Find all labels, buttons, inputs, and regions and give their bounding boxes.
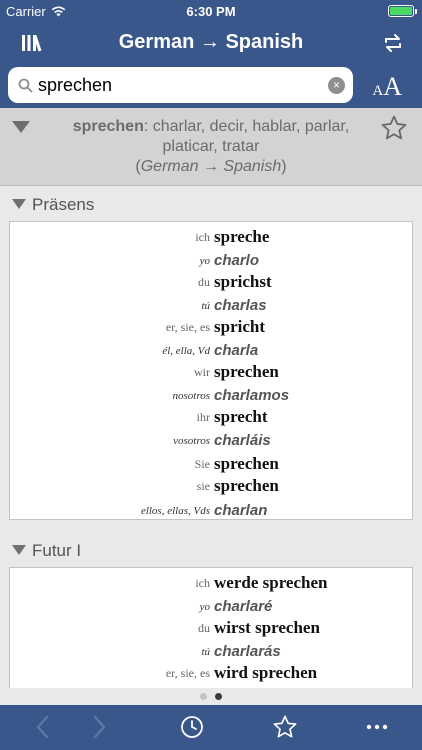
conjugation-pronoun: er, sie, es [165,666,210,680]
entry-direction: German → Spanish [140,158,282,175]
conjugation-row: tú charlas [10,293,414,315]
conjugation-pronoun: nosotros [172,390,211,402]
search-icon [18,78,33,93]
nav-title: German → Spanish [118,31,304,53]
conjugation-pronoun: ich [195,576,210,590]
section-title: Präsens [32,195,95,214]
font-size-large-icon: A [383,72,402,101]
conjugation-row: yo charlo [10,248,414,270]
nav-bar: German → Spanish [0,22,422,64]
conjugation-row: yo charlaré [10,594,414,616]
conjugation-row: wir sprechen [10,361,414,383]
font-size-button[interactable]: AA [372,72,402,102]
status-time: 6:30 PM [186,4,236,19]
page-indicator[interactable] [0,688,422,705]
history-button[interactable] [177,713,207,741]
conjugation-table-prasens: ich spreche yo charlo du sprichst tú charlas er,… [9,221,413,520]
conjugation-verb: charlarás [214,643,281,660]
conjugation-verb: charla [214,342,259,359]
conjugation-pronoun: tú [201,646,210,658]
conjugation-pronoun: du [198,275,210,289]
conjugation-verb: charláis [214,432,271,449]
conjugation-verb: spreche [214,227,270,246]
more-button[interactable] [362,713,392,741]
conjugation-verb: charlan [214,502,268,519]
conjugation-row: ich werde sprechen [10,572,414,594]
clear-search-button[interactable]: × [328,77,345,94]
conjugation-row: er, sie, es spricht [10,316,414,338]
conjugation-row: sie sprechen [10,475,414,497]
conjugation-pronoun: vosotros [173,435,210,447]
battery-level [390,7,412,15]
section-title: Futur I [32,541,82,560]
swap-direction-icon [385,34,401,52]
forward-button[interactable] [84,713,114,741]
entry-header[interactable]: sprechen: charlar, decir, hablar, parlar… [0,108,422,186]
page-dot[interactable] [200,693,207,700]
entry-translations: charlar, decir, hablar, parlar, platicar… [148,118,350,155]
conjugation-verb: sprecht [214,407,268,426]
search-box[interactable]: × [8,67,353,103]
search-row: × AA [0,64,422,108]
conjugation-verb: sprichst [214,272,272,291]
conjugation-row: tú charlarás [10,639,414,661]
conjugation-row: ellos, ellas, Vds charlan [10,498,414,520]
conjugation-verb: wirst sprechen [214,618,320,637]
chevron-right-icon [93,715,106,739]
conjugation-row: ich spreche [10,226,414,248]
more-dots-icon [366,724,388,730]
conjugation-verb: sprechen [214,362,279,381]
conjugation-pronoun: tú [201,300,210,312]
conjugation-verb: sprechen [214,454,279,473]
favorites-button[interactable] [270,713,300,741]
conjugation-pronoun: él, ella, Vd [162,345,210,357]
collapse-triangle-icon[interactable] [12,121,30,133]
conjugation-pronoun: yo [199,255,210,267]
conjugation-verb: charlamos [214,387,290,404]
conjugation-verb: werde sprechen [214,573,328,592]
clock-icon [181,716,203,738]
section-header-prasens[interactable]: Präsens [0,187,422,221]
conjugation-row: du wirst sprechen [10,617,414,639]
conjugation-verb: charlaré [214,598,273,615]
status-bar: Carrier 6:30 PM [0,0,422,22]
bottom-toolbar [0,705,422,750]
star-icon [273,715,297,738]
conjugation-row: ihr sprecht [10,406,414,428]
clear-icon: × [332,78,340,92]
entry-headword: sprechen [72,118,144,135]
conjugation-pronoun: er, sie, es [165,320,210,334]
conjugation-pronoun: yo [199,601,210,613]
battery-icon [388,5,417,17]
section-collapse-icon[interactable] [12,199,26,209]
conjugation-pronoun: Sie [194,457,210,471]
conjugation-verb: charlas [214,297,267,314]
conjugation-pronoun: ihr [196,410,210,424]
conjugation-verb: sprechen [214,476,279,495]
conjugation-row: vosotros charláis [10,428,414,450]
search-input[interactable] [38,67,328,103]
conjugation-pronoun: wir [194,365,210,379]
back-button[interactable] [28,713,58,741]
conjugation-row: nosotros charlamos [10,383,414,405]
conjugation-pronoun: sie [196,479,210,493]
conjugation-row: er, sie, es wird sprechen [10,662,414,684]
conjugation-verb: spricht [214,317,265,336]
chevron-left-icon [36,715,49,739]
swap-direction-button[interactable] [380,31,406,55]
font-size-small-icon: A [372,83,384,99]
conjugation-pronoun: du [198,621,210,635]
conjugation-verb: charlo [214,252,260,269]
favorite-star-icon[interactable] [380,114,408,142]
conjugation-pronoun: ellos, ellas, Vds [140,505,210,517]
section-header-futur[interactable]: Futur I [0,533,422,567]
conjugation-row: du sprichst [10,271,414,293]
section-collapse-icon[interactable] [12,545,26,555]
conjugation-pronoun: ich [195,230,210,244]
entry-summary: sprechen: charlar, decir, hablar, parlar… [72,118,350,175]
conjugation-verb: wird sprechen [214,663,318,682]
page-dot[interactable] [215,693,222,700]
conjugation-row: él, ella, Vd charla [10,338,414,360]
conjugation-row: Sie sprechen [10,453,414,475]
